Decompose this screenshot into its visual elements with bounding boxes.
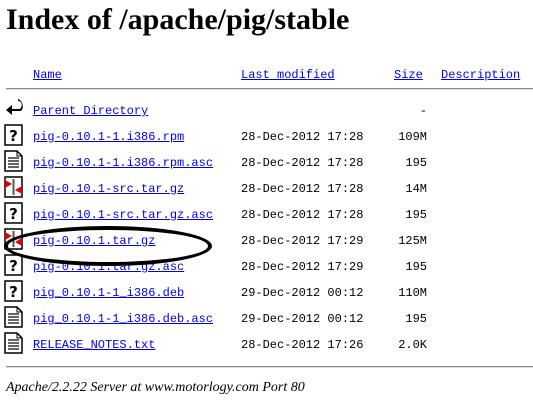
table-row: ? pig-0.10.1-src.tar.gz.asc 28-Dec-2012 17… [0, 202, 533, 228]
compressed-file-icon [4, 176, 24, 198]
svg-text:?: ? [9, 257, 18, 275]
size-cell: 195 [405, 260, 427, 274]
column-header-description[interactable]: Description [441, 68, 520, 82]
size-cell: 2.0K [398, 338, 427, 352]
last-modified-cell: 29-Dec-2012 00:12 [241, 312, 364, 326]
svg-text:?: ? [9, 127, 18, 145]
file-link[interactable]: pig-0.10.1-src.tar.gz [33, 182, 184, 196]
highlight-oval [4, 226, 212, 266]
table-row: pig_0.10.1-1_i386.deb.asc 29-Dec-2012 00:… [0, 306, 533, 332]
file-link[interactable]: pig-0.10.1-1.i386.rpm.asc [33, 156, 213, 170]
table-row: ? pig-0.10.1-1.i386.rpm 28-Dec-2012 17:28 1… [0, 124, 533, 150]
last-modified-cell: 28-Dec-2012 17:28 [241, 208, 364, 222]
table-row: RELEASE_NOTES.txt 28-Dec-2012 17:26 2.0K [0, 332, 533, 358]
file-link[interactable]: pig-0.10.1-1.i386.rpm [33, 130, 184, 144]
column-header-size[interactable]: Size [394, 68, 423, 82]
size-cell: 195 [405, 156, 427, 170]
size-cell: 195 [405, 312, 427, 326]
last-modified-cell: 28-Dec-2012 17:28 [241, 130, 364, 144]
last-modified-cell: 29-Dec-2012 00:12 [241, 286, 364, 300]
text-file-icon [4, 332, 24, 354]
divider-top [6, 88, 533, 90]
column-header-last-modified[interactable]: Last modified [241, 68, 335, 82]
size-cell: 195 [405, 208, 427, 222]
last-modified-cell: 28-Dec-2012 17:29 [241, 234, 364, 248]
divider-bottom [6, 366, 533, 368]
size-cell: - [419, 104, 427, 118]
parent-directory-link[interactable]: Parent Directory [33, 104, 148, 118]
file-link[interactable]: pig_0.10.1-1_i386.deb.asc [33, 312, 213, 326]
svg-text:?: ? [9, 205, 18, 223]
file-link[interactable]: RELEASE_NOTES.txt [33, 338, 155, 352]
svg-text:?: ? [9, 283, 18, 301]
unknown-file-icon: ? [4, 202, 24, 224]
unknown-file-icon: ? [4, 280, 24, 302]
text-file-icon [4, 306, 24, 328]
column-header-name[interactable]: Name [33, 68, 62, 82]
table-row: pig-0.10.1-1.i386.rpm.asc 28-Dec-2012 17:… [0, 150, 533, 176]
file-link[interactable]: pig_0.10.1-1_i386.deb [33, 286, 184, 300]
table-row: ? pig_0.10.1-1_i386.deb 29-Dec-2012 00:12 1… [0, 280, 533, 306]
page-title: Index of /apache/pig/stable [6, 3, 350, 36]
table-row: pig-0.10.1-src.tar.gz 28-Dec-2012 17:28 14… [0, 176, 533, 202]
last-modified-cell: 28-Dec-2012 17:28 [241, 156, 364, 170]
last-modified-cell: 28-Dec-2012 17:26 [241, 338, 364, 352]
last-modified-cell: 28-Dec-2012 17:29 [241, 260, 364, 274]
back-icon [4, 98, 24, 120]
text-file-icon [4, 150, 24, 172]
file-link[interactable]: pig-0.10.1-src.tar.gz.asc [33, 208, 213, 222]
last-modified-cell: 28-Dec-2012 17:28 [241, 182, 364, 196]
server-signature: Apache/2.2.22 Server at www.motorlogy.co… [6, 380, 305, 395]
size-cell: 125M [398, 234, 427, 248]
unknown-file-icon: ? [4, 254, 24, 276]
parent-directory-row: Parent Directory - [0, 98, 533, 124]
size-cell: 109M [398, 130, 427, 144]
unknown-file-icon: ? [4, 124, 24, 146]
size-cell: 14M [405, 182, 427, 196]
size-cell: 110M [398, 286, 427, 300]
